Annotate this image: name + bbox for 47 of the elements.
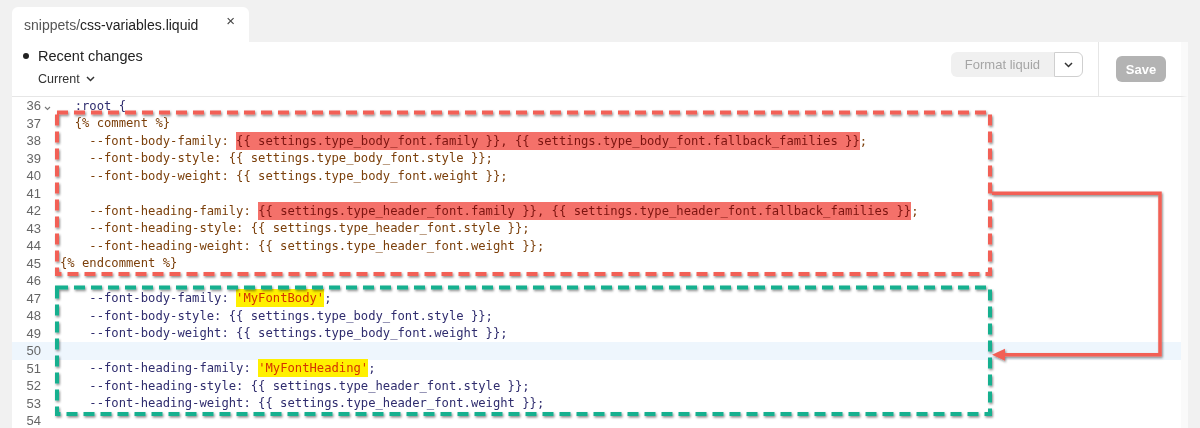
line-number: 54 xyxy=(25,413,41,428)
line-number: 39 xyxy=(25,150,41,166)
code-line: --font-heading-family: 'MyFontHeading'; xyxy=(88,361,377,376)
code-line: --font-body-weight: {{ settings.type_body_font.weight }}; xyxy=(88,168,509,183)
code-line: --font-heading-family: {{ settings.type_header_font.family }}, {{ settings.type_header_font.fallback_families }}; xyxy=(88,203,920,218)
line-number: 45 xyxy=(25,255,41,271)
chevron-down-icon xyxy=(85,76,95,82)
line-number: 41 xyxy=(25,185,41,201)
line-number: 37 xyxy=(25,115,41,131)
code-line: --font-body-family: {{ settings.type_body_font.family }}, {{ settings.type_body_font.fallback_families }}; xyxy=(88,133,869,148)
fold-chevron-icon[interactable] xyxy=(44,106,51,112)
format-menu-button[interactable] xyxy=(1054,52,1083,77)
status-dot-icon xyxy=(23,53,29,59)
highlighted-code: {{ settings.type_header_font.family }}, {{ settings.type_header_font.fallback_families }} xyxy=(258,201,912,220)
code-line: {% endcomment %} xyxy=(60,256,179,271)
line-number: 51 xyxy=(25,360,41,376)
highlighted-code: 'MyFontHeading' xyxy=(258,359,369,378)
line-number: 46 xyxy=(25,273,41,289)
code-line: --font-heading-weight: {{ settings.type_header_font.weight }}; xyxy=(88,396,546,411)
highlighted-code: {{ settings.type_body_font.family }}, {{ settings.type_body_font.fallback_families }} xyxy=(236,131,860,150)
code-line: --font-body-style: {{ settings.type_body_font.style }}; xyxy=(88,308,494,323)
line-number: 49 xyxy=(25,325,41,341)
file-tab[interactable]: snippets/css-variables.liquid × xyxy=(12,7,250,42)
line-number: 52 xyxy=(25,378,41,394)
line-number: 40 xyxy=(25,168,41,184)
code-line: --font-body-family: 'MyFontBody'; xyxy=(88,291,333,306)
chevron-down-icon xyxy=(1064,61,1073,68)
code-line: --font-body-weight: {{ settings.type_body_font.weight }}; xyxy=(88,326,509,341)
line-number: 50 xyxy=(25,343,41,359)
code-line: {% comment %} xyxy=(73,116,172,131)
version-dropdown[interactable]: Current xyxy=(38,72,95,86)
code-line: --font-body-style: {{ settings.type_body_font.style }}; xyxy=(88,151,494,166)
code-line: --font-heading-weight: {{ settings.type_header_font.weight }}; xyxy=(88,238,546,253)
line-number: 47 xyxy=(25,290,41,306)
line-number: 42 xyxy=(25,203,41,219)
line-number: 36 xyxy=(25,98,41,114)
version-title: Recent changes xyxy=(38,48,143,64)
line-number: 38 xyxy=(25,133,41,149)
highlighted-code: 'MyFontBody' xyxy=(236,289,325,308)
line-number: 53 xyxy=(25,395,41,411)
line-number: 48 xyxy=(25,308,41,324)
code-line: --font-heading-style: {{ settings.type_header_font.style }}; xyxy=(88,221,531,236)
close-icon[interactable]: × xyxy=(226,12,236,29)
line-number: 44 xyxy=(25,238,41,254)
line-number: 43 xyxy=(25,220,41,236)
code-line: :root { xyxy=(73,98,128,113)
code-line: --font-heading-style: {{ settings.type_header_font.style }}; xyxy=(88,378,531,393)
